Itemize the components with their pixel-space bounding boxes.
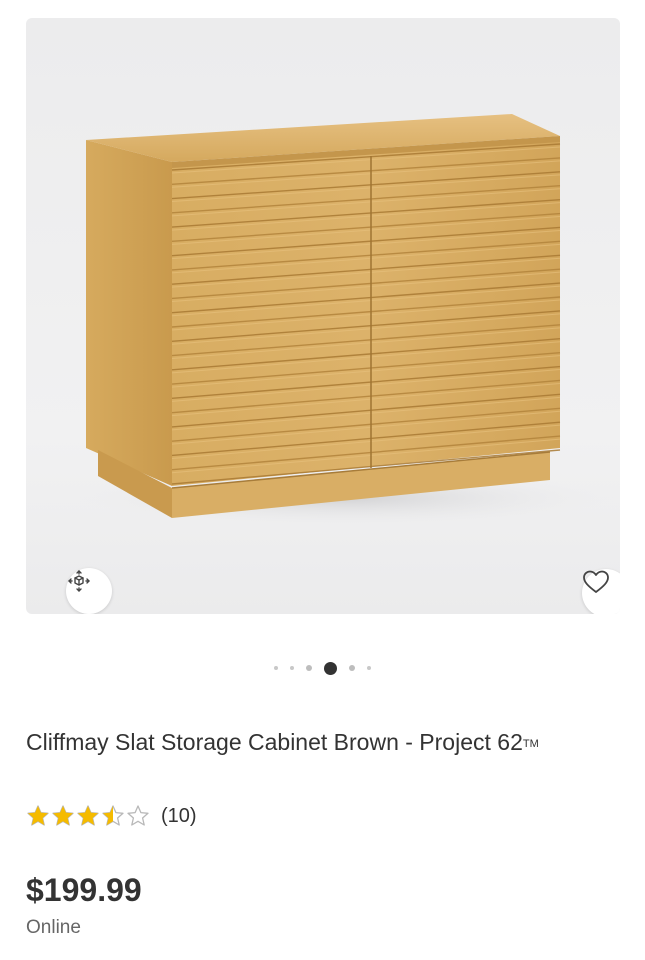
product-image [76, 114, 616, 526]
carousel-dot-active[interactable] [324, 661, 337, 675]
carousel-dot[interactable] [349, 665, 355, 671]
ar-view-button[interactable] [66, 568, 112, 614]
star-empty-icon [127, 805, 149, 826]
carousel-dot[interactable] [306, 665, 312, 671]
heart-outline-icon [583, 570, 609, 593]
favorite-button[interactable] [582, 569, 620, 614]
product-image-carousel[interactable] [26, 18, 620, 614]
star-filled-icon [27, 805, 49, 826]
rating-summary[interactable]: (10) [26, 804, 197, 828]
carousel-dot[interactable] [290, 666, 294, 670]
carousel-dot[interactable] [367, 666, 371, 670]
product-price: $199.99 [26, 872, 142, 908]
star-filled-icon [52, 805, 74, 826]
review-count[interactable]: (10) [161, 805, 197, 828]
product-title: Cliffmay Slat Storage Cabinet Brown - Pr… [26, 726, 586, 758]
star-filled-icon [77, 805, 99, 826]
availability-label: Online [26, 917, 81, 938]
star-rating [26, 804, 151, 828]
trademark-symbol: TM [522, 738, 539, 750]
ar-view-icon [68, 570, 90, 592]
star-half-icon [102, 805, 124, 826]
product-title-text: Cliffmay Slat Storage Cabinet Brown - Pr… [26, 729, 523, 755]
carousel-pagination[interactable] [0, 660, 645, 676]
carousel-dot[interactable] [274, 666, 278, 670]
